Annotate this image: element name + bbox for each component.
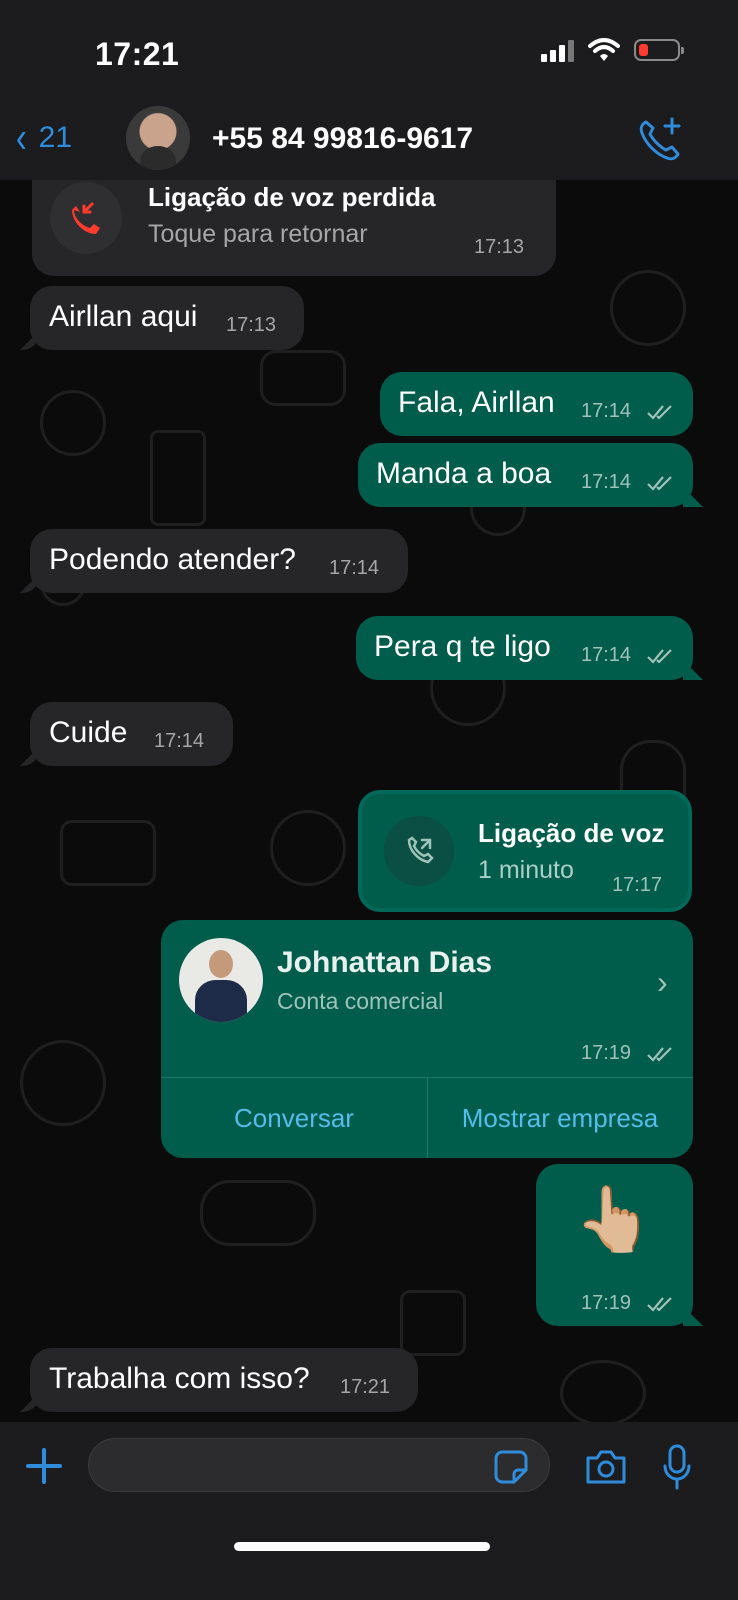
missed-call-subtitle: Toque para retornar (148, 220, 368, 248)
outgoing-message[interactable]: Manda a boa 17:14 (358, 443, 703, 507)
read-ticks-icon (647, 1047, 672, 1062)
read-ticks-icon (647, 405, 672, 420)
sticker-icon[interactable] (494, 1450, 528, 1484)
message-time: 17:19 (581, 1042, 632, 1064)
chat-header: 17:21 ‹ 21 +55 84 99816-9617 (0, 0, 738, 180)
chevron-right-icon[interactable]: › (657, 964, 668, 1001)
read-ticks-icon (647, 649, 672, 664)
message-text: Trabalha com isso? (49, 1362, 310, 1395)
contact-card-avatar (179, 938, 263, 1022)
home-indicator (234, 1542, 490, 1551)
add-call-icon[interactable] (636, 116, 684, 164)
message-time: 17:14 (581, 400, 632, 422)
show-business-button[interactable]: Mostrar empresa (427, 1078, 693, 1158)
message-time: 17:13 (474, 236, 525, 258)
mic-icon[interactable] (662, 1444, 692, 1490)
battery-icon (634, 39, 684, 61)
unread-count: 21 (38, 121, 73, 154)
message-input[interactable] (88, 1438, 550, 1492)
chat-button[interactable]: Conversar (161, 1078, 427, 1158)
contact-card-name: Johnattan Dias (277, 946, 493, 979)
outgoing-message[interactable]: Pera q te ligo 17:14 (356, 616, 703, 680)
message-text: Airllan aqui (49, 300, 198, 333)
incoming-message[interactable]: Podendo atender? 17:14 (20, 529, 408, 593)
phone-icon (407, 836, 434, 864)
voice-call-title: Ligação de voz (478, 818, 665, 848)
voice-call-message[interactable]: Ligação de voz 1 minuto 17:17 (358, 790, 692, 912)
status-time: 17:21 (95, 36, 180, 72)
missed-call-icon (72, 202, 100, 234)
back-chevron-icon: ‹ (15, 113, 27, 162)
back-button[interactable]: ‹ 21 (14, 113, 73, 162)
camera-icon[interactable] (584, 1448, 628, 1486)
message-time: 17:19 (581, 1292, 632, 1314)
contact-card-message[interactable]: Johnattan Dias Conta comercial › 17:19 C… (161, 920, 693, 1158)
message-composer (0, 1422, 738, 1600)
incoming-message[interactable]: Trabalha com isso? 17:21 (20, 1348, 418, 1412)
contact-name[interactable]: +55 84 99816-9617 (212, 122, 473, 156)
message-text: Fala, Airllan (398, 386, 555, 419)
message-time: 17:13 (226, 314, 277, 336)
read-ticks-icon (647, 476, 672, 491)
incoming-message[interactable]: Airllan aqui 17:13 (20, 286, 304, 350)
message-time: 17:14 (581, 644, 632, 666)
contact-card-subtitle: Conta comercial (277, 988, 444, 1014)
read-ticks-icon (647, 1297, 672, 1312)
contact-avatar[interactable] (126, 106, 190, 170)
pointing-up-emoji: 👆🏼 (574, 1183, 654, 1257)
message-time: 17:14 (581, 471, 632, 493)
voice-call-duration: 1 minuto (478, 856, 574, 884)
message-text: Pera q te ligo (374, 630, 551, 663)
message-time: 17:14 (154, 730, 205, 752)
plus-icon[interactable] (26, 1448, 62, 1484)
signal-icon (541, 38, 574, 62)
message-text: Podendo atender? (49, 543, 296, 576)
incoming-message[interactable]: Cuide 17:14 (20, 702, 233, 766)
message-text: Cuide (49, 716, 128, 749)
wifi-icon (588, 38, 620, 61)
message-time: 17:14 (329, 557, 380, 579)
message-time: 17:17 (612, 874, 663, 896)
emoji-message[interactable]: 👆🏼 17:19 (536, 1164, 703, 1326)
status-icons (541, 38, 684, 62)
outgoing-message[interactable]: Fala, Airllan 17:14 (380, 372, 693, 436)
missed-call-title: Ligação de voz perdida (148, 182, 436, 212)
message-text: Manda a boa (376, 457, 552, 490)
message-time: 17:21 (340, 1376, 391, 1398)
